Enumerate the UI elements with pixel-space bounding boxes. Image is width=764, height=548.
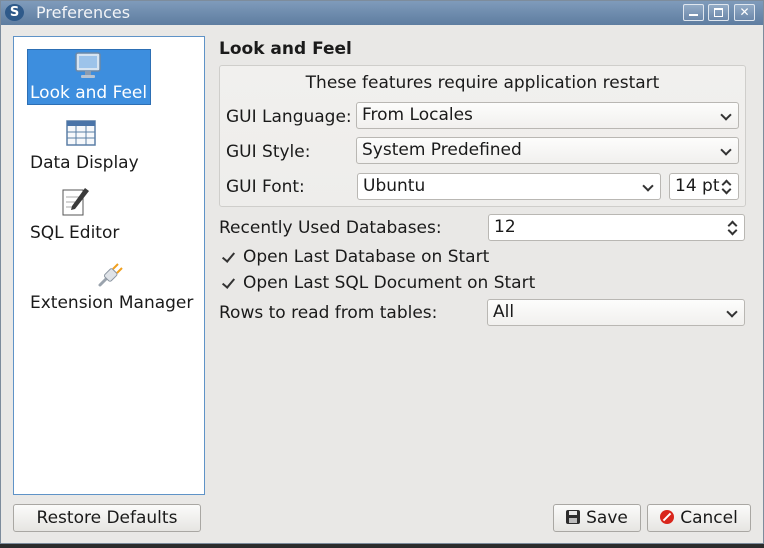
spin-arrows-icon[interactable] xyxy=(721,176,732,197)
monitor-icon xyxy=(75,52,101,78)
gui-language-value: From Locales xyxy=(362,105,473,125)
chevron-down-icon xyxy=(720,109,732,121)
plug-icon xyxy=(98,263,123,287)
sidebar-item-label: Look and Feel xyxy=(30,83,148,103)
maximize-icon xyxy=(709,5,728,20)
title-bar[interactable]: S Preferences ✕ xyxy=(1,1,763,25)
rows-to-read-label: Rows to read from tables: xyxy=(219,303,438,323)
restart-note: These features require application resta… xyxy=(305,73,660,93)
open-last-db-checkbox[interactable] xyxy=(221,249,237,265)
font-size-value: 14 pt xyxy=(675,176,720,196)
cancel-label: Cancel xyxy=(680,508,738,528)
floppy-disk-icon xyxy=(566,510,581,524)
open-last-sql-label[interactable]: Open Last SQL Document on Start xyxy=(243,273,535,293)
window-title: Preferences xyxy=(36,3,131,22)
gui-style-value: System Predefined xyxy=(362,140,522,160)
gui-style-select[interactable]: System Predefined xyxy=(356,137,739,164)
close-icon: ✕ xyxy=(739,5,750,19)
gui-font-label: GUI Font: xyxy=(226,177,305,197)
category-sidebar: Look and Feel Data Display SQL Editor Ex… xyxy=(13,36,205,495)
cancel-button[interactable]: Cancel xyxy=(647,504,751,532)
sidebar-item-data-display[interactable]: Data Display xyxy=(14,109,204,179)
gui-font-select[interactable]: Ubuntu xyxy=(357,173,661,200)
save-label: Save xyxy=(586,508,628,528)
minimize-icon xyxy=(684,5,703,20)
open-last-db-label[interactable]: Open Last Database on Start xyxy=(243,247,489,267)
app-icon: S xyxy=(5,4,24,21)
spin-arrows-icon[interactable] xyxy=(727,217,738,238)
maximize-button[interactable] xyxy=(708,4,729,21)
recent-dbs-label: Recently Used Databases: xyxy=(219,218,442,238)
cancel-icon xyxy=(660,510,675,524)
close-button[interactable]: ✕ xyxy=(734,4,755,21)
gui-style-label: GUI Style: xyxy=(226,142,311,162)
restart-settings-group: These features require application resta… xyxy=(219,65,746,207)
gui-language-select[interactable]: From Locales xyxy=(356,102,739,129)
font-size-spinbox[interactable]: 14 pt xyxy=(669,173,739,200)
chevron-down-icon xyxy=(642,180,654,192)
gui-language-label: GUI Language: xyxy=(226,107,352,127)
rows-to-read-value: All xyxy=(493,302,515,322)
sidebar-item-look-and-feel[interactable]: Look and Feel xyxy=(14,37,204,109)
sidebar-item-label: Data Display xyxy=(30,153,139,173)
save-button[interactable]: Save xyxy=(553,504,641,532)
rows-to-read-select[interactable]: All xyxy=(487,299,745,326)
recent-dbs-value: 12 xyxy=(494,217,516,237)
preferences-window: S Preferences ✕ Look and Feel Data Displ… xyxy=(0,0,764,544)
page-title: Look and Feel xyxy=(219,39,352,59)
minimize-button[interactable] xyxy=(683,4,704,21)
chevron-down-icon xyxy=(720,144,732,156)
sidebar-item-label: SQL Editor xyxy=(30,223,120,243)
chevron-down-icon xyxy=(726,306,738,318)
restore-defaults-label: Restore Defaults xyxy=(36,508,178,528)
sidebar-item-label: Extension Manager xyxy=(30,293,194,313)
sidebar-item-sql-editor[interactable]: SQL Editor xyxy=(14,179,204,249)
recent-dbs-spinbox[interactable]: 12 xyxy=(488,214,745,241)
sidebar-item-extension-manager[interactable]: Extension Manager xyxy=(14,249,204,321)
pencil-paper-icon xyxy=(62,188,89,216)
gui-font-value: Ubuntu xyxy=(363,176,426,196)
restore-defaults-button[interactable]: Restore Defaults xyxy=(13,504,201,532)
table-icon xyxy=(66,120,96,146)
open-last-sql-checkbox[interactable] xyxy=(221,275,237,291)
